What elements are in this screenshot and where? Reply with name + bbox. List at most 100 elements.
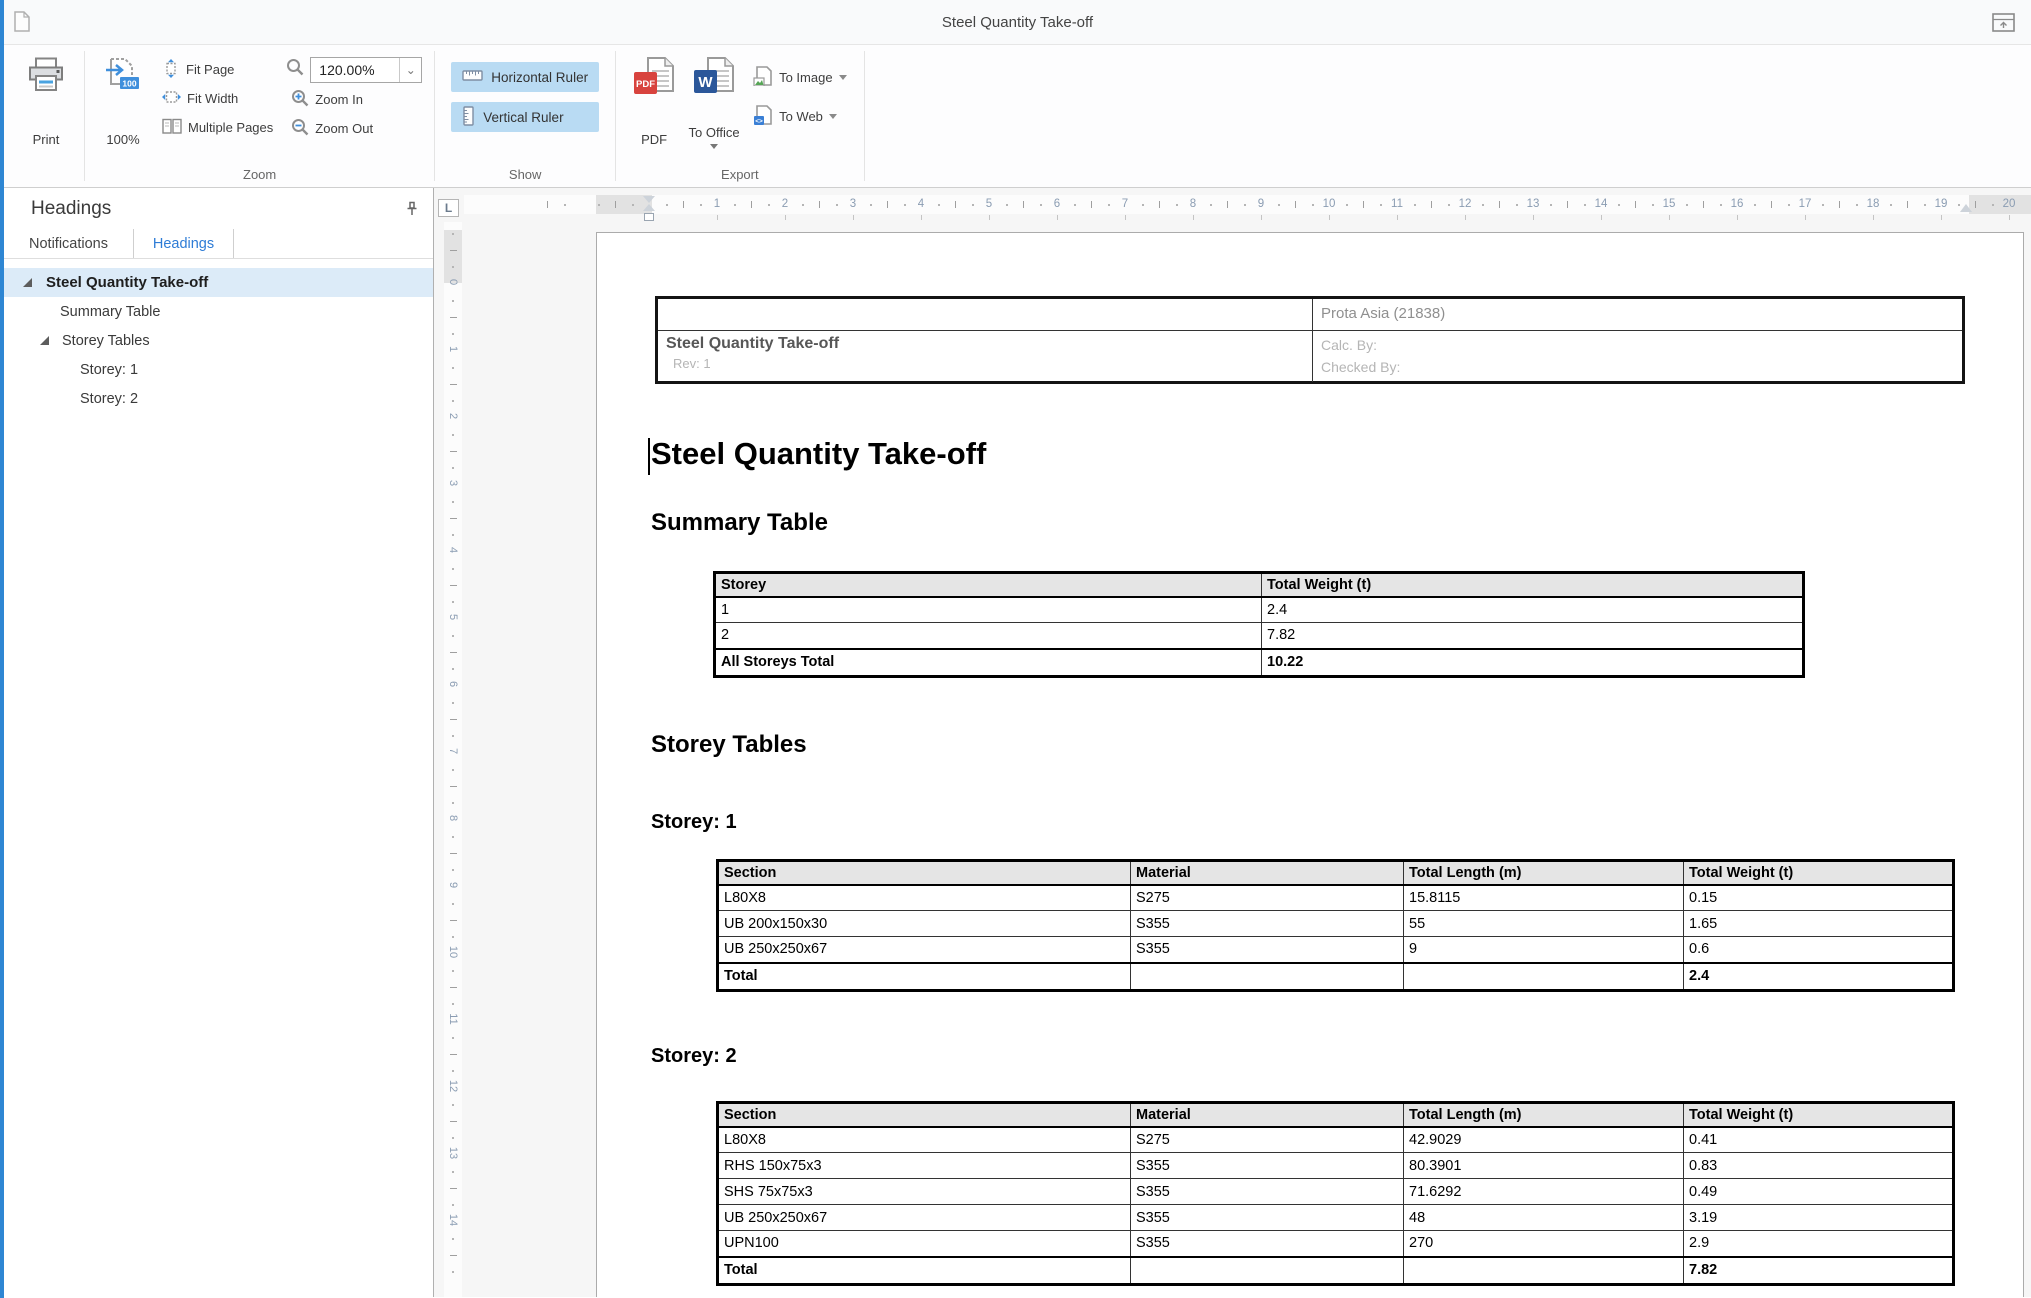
svg-text:W: W [698, 74, 713, 91]
table-cell: Total [718, 1257, 1131, 1285]
show-group-label: Show [443, 164, 607, 186]
header-cell-title: Steel Quantity Take-off Rev: 1 [658, 331, 1313, 382]
table-cell: S355 [1131, 1205, 1404, 1231]
ruler-tick [452, 400, 454, 402]
tree-item-steel-quantity-take-off[interactable]: Steel Quantity Take-off [4, 268, 433, 297]
table-cell: 0.6 [1684, 937, 1954, 963]
ruler-tick [1839, 201, 1840, 208]
ruler-tick [1244, 204, 1246, 206]
header-cell-empty [658, 299, 1313, 331]
combobox-dropdown-button[interactable]: ⌄ [399, 58, 421, 82]
zoom-out-button[interactable]: Zoom Out [286, 116, 422, 141]
storey-tables-heading: Storey Tables [651, 731, 807, 759]
column-header: Section [718, 1103, 1131, 1127]
table-header-row: SectionMaterialTotal Length (m)Total Wei… [718, 1103, 1954, 1127]
zoom-in-button[interactable]: Zoom In [286, 87, 422, 112]
export-to-office-button[interactable]: W To Office [684, 49, 744, 149]
ruler-subtick [853, 215, 854, 220]
ruler-number: 10 [447, 943, 459, 961]
horizontal-ruler-toggle[interactable]: Horizontal Ruler [451, 62, 599, 92]
pin-icon[interactable] [405, 201, 419, 221]
table-cell: S355 [1131, 1153, 1404, 1179]
zoom-100-button[interactable]: 100 100% [93, 49, 153, 149]
ribbon-divider [615, 51, 616, 181]
export-pdf-button[interactable]: PDF PDF [624, 49, 684, 149]
ruler-tick [450, 518, 457, 519]
fit-page-button[interactable]: Fit Page [157, 57, 278, 82]
report-revision: Rev: 1 [666, 356, 1304, 371]
expand-triangle-icon[interactable] [23, 278, 32, 287]
document-viewport[interactable]: L 1234567891011121314151617181920 012345… [434, 188, 2031, 1297]
right-indent-marker[interactable] [1960, 204, 1972, 212]
horizontal-ruler[interactable]: 1234567891011121314151617181920 [464, 195, 2031, 214]
ruler-tick [452, 1037, 454, 1039]
table-cell: S355 [1131, 1179, 1404, 1205]
tab-notifications[interactable]: Notifications [4, 229, 134, 258]
ruler-subtick [1805, 215, 1806, 220]
fit-width-button[interactable]: Fit Width [157, 86, 278, 111]
table-cell: 3.19 [1684, 1205, 1954, 1231]
indent-marker[interactable] [643, 195, 655, 222]
table-cell: 55 [1404, 911, 1684, 937]
ruler-tick [452, 702, 454, 704]
ribbon-divider [434, 51, 435, 181]
tree-item-storey-tables[interactable]: Storey Tables [4, 326, 433, 355]
column-header: Total Weight (t) [1684, 1103, 1954, 1127]
ruler-tick [836, 204, 838, 206]
column-header: Material [1131, 1103, 1404, 1127]
ruler-tick [450, 384, 457, 385]
ruler-tick [1006, 204, 1008, 206]
tree-item-label: Steel Quantity Take-off [4, 274, 208, 291]
ruler-tick [972, 204, 974, 206]
export-to-image-button[interactable]: To Image [748, 65, 851, 90]
ruler-number: 12 [1459, 195, 1472, 214]
to-web-icon: <> [753, 105, 773, 128]
ruler-tick [1754, 204, 1756, 206]
ruler-subtick [1941, 215, 1942, 220]
summary-table: StoreyTotal Weight (t) 12.427.82 All Sto… [713, 571, 1805, 678]
to-image-icon [753, 66, 773, 89]
ruler-subtick [1465, 215, 1466, 220]
ruler-tick [1686, 204, 1688, 206]
table-cell: 0.41 [1684, 1127, 1954, 1153]
ruler-tick [1142, 204, 1144, 206]
column-header: Storey [715, 573, 1262, 597]
ruler-tick [1499, 201, 1500, 208]
multiple-pages-icon [162, 118, 182, 138]
ruler-tick [1431, 201, 1432, 208]
ribbon-toolbar: Print 100 100% Fi [4, 45, 2031, 188]
vertical-ruler[interactable]: 01234567891011121314 [444, 222, 462, 1297]
expand-triangle-icon[interactable] [40, 336, 49, 345]
table-cell: 0.49 [1684, 1179, 1954, 1205]
table-row: UB 250x250x67S35590.6 [718, 937, 1954, 963]
ruler-corner-box[interactable]: L [438, 199, 459, 217]
column-header: Total Weight (t) [1684, 861, 1954, 885]
table-row: 12.4 [715, 597, 1804, 623]
zoom-in-icon [291, 89, 309, 110]
tree-item-storey-2[interactable]: Storey: 2 [4, 384, 433, 413]
table-cell: 80.3901 [1404, 1153, 1684, 1179]
multiple-pages-button[interactable]: Multiple Pages [157, 115, 278, 140]
ruler-tick [1227, 201, 1228, 208]
ribbon-collapse-icon[interactable] [1992, 13, 2015, 37]
tree-item-summary-table[interactable]: Summary Table [4, 297, 433, 326]
tree-item-storey-1[interactable]: Storey: 1 [4, 355, 433, 384]
export-to-web-button[interactable]: <> To Web [748, 104, 851, 129]
zoom-level-combobox[interactable]: 120.00% ⌄ [310, 57, 422, 83]
tab-headings[interactable]: Headings [134, 229, 234, 258]
ruler-subtick [1669, 215, 1670, 220]
ruler-tick [452, 501, 454, 503]
vertical-ruler-toggle[interactable]: Vertical Ruler [451, 102, 599, 132]
print-button[interactable]: Print [16, 49, 76, 149]
ruler-tick [450, 853, 457, 854]
ruler-tick [768, 204, 770, 206]
ruler-number: 1 [714, 195, 720, 214]
headings-panel: Headings Notifications Headings Steel Qu… [4, 188, 434, 1297]
print-label: Print [33, 132, 60, 149]
ruler-tick [450, 1054, 457, 1055]
table-cell: 9 [1404, 937, 1684, 963]
ruler-number: 12 [447, 1077, 459, 1095]
vertical-ruler-label: Vertical Ruler [483, 110, 563, 125]
horizontal-ruler-icon [462, 69, 483, 85]
fit-width-icon [162, 88, 181, 109]
